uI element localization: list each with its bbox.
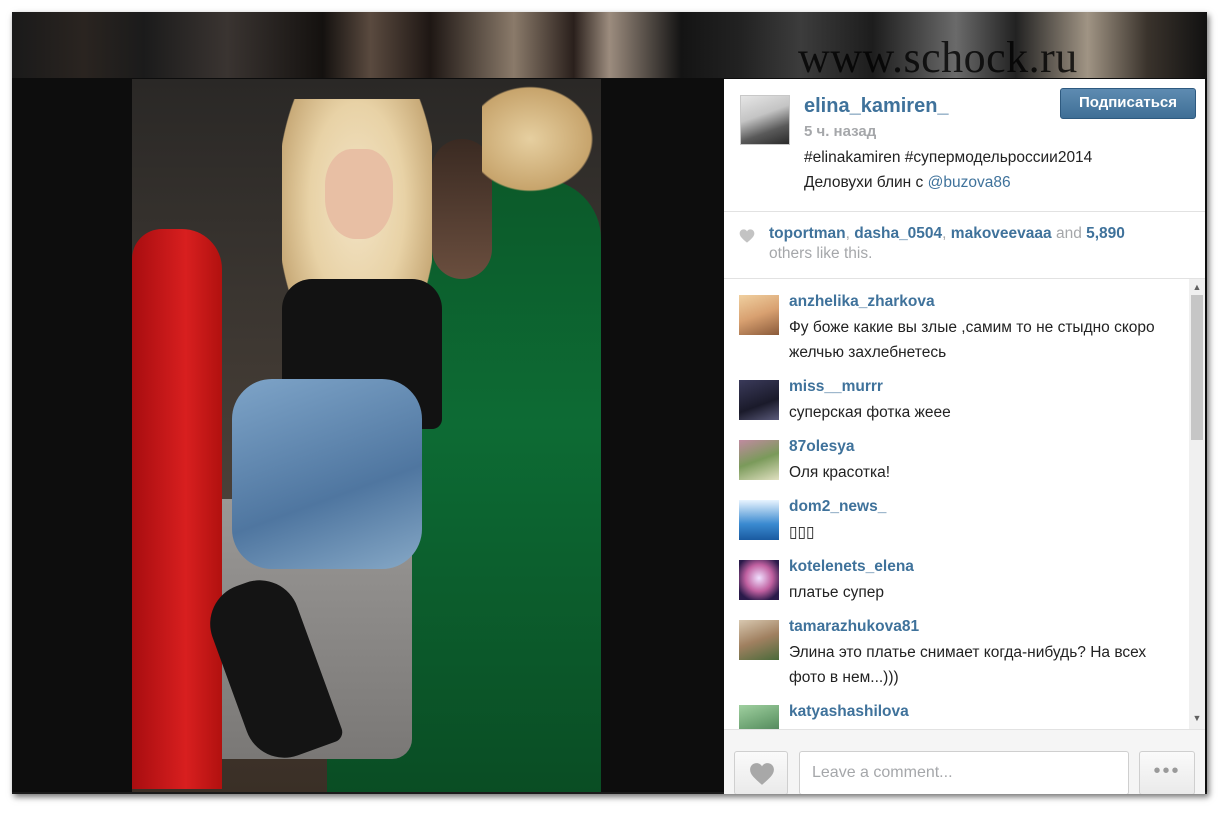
- comment-text: ▯▯▯: [789, 524, 815, 541]
- photo-jeans: [232, 379, 422, 569]
- liker-link[interactable]: makoveevaaa: [951, 225, 1052, 242]
- comment-username[interactable]: 87olesya: [789, 438, 855, 456]
- comment-username[interactable]: anzhelika_zharkova: [789, 293, 935, 311]
- avatar[interactable]: [739, 380, 779, 420]
- scrollbar-thumb[interactable]: [1191, 295, 1203, 440]
- post-time: 5 ч. назад: [804, 123, 877, 140]
- avatar[interactable]: [739, 295, 779, 335]
- caption-mention-link[interactable]: @buzova86: [928, 174, 1011, 191]
- heart-icon: [739, 229, 755, 243]
- likes-text: toportman, dasha_0504, makoveevaaa and 5…: [769, 224, 1189, 264]
- comment-username[interactable]: miss__murrr: [789, 378, 883, 396]
- watermark: www.schock.ru: [798, 33, 1078, 82]
- heart-icon: [750, 763, 774, 785]
- comment-username[interactable]: katyashashilova: [789, 703, 909, 721]
- likes-separator: ,: [845, 225, 855, 242]
- more-options-button[interactable]: •••: [1139, 751, 1195, 794]
- scroll-down-arrow-icon[interactable]: ▼: [1189, 711, 1205, 725]
- comment-text: суперская фотка жеее: [789, 404, 951, 421]
- photo-second-hair: [482, 79, 601, 199]
- post-header: elina_kamiren_ 5 ч. назад Подписаться #e…: [724, 79, 1205, 212]
- comment-input[interactable]: [799, 751, 1129, 794]
- avatar[interactable]: [739, 705, 779, 729]
- comment-username[interactable]: tamarazhukova81: [789, 618, 919, 636]
- comments-list: anzhelika_zharkova Фу боже какие вы злые…: [724, 279, 1188, 729]
- caption-text: #elinakamiren #супермодельроссии2014: [804, 149, 1093, 166]
- avatar[interactable]: [739, 620, 779, 660]
- liker-link[interactable]: toportman: [769, 225, 846, 242]
- post-photo[interactable]: [132, 79, 601, 793]
- comment-text: Оля красотка!: [789, 464, 890, 481]
- post-caption: #elinakamiren #супермодельроссии2014 Дел…: [804, 145, 1184, 195]
- avatar[interactable]: [739, 500, 779, 540]
- post-username[interactable]: elina_kamiren_: [804, 95, 949, 118]
- avatar[interactable]: [740, 95, 790, 145]
- like-button[interactable]: [734, 751, 788, 794]
- likes-section: toportman, dasha_0504, makoveevaaa and 5…: [724, 212, 1205, 278]
- photo-face: [325, 149, 393, 239]
- comment-footer: •••: [724, 729, 1205, 794]
- avatar[interactable]: [739, 560, 779, 600]
- likes-suffix: others like this.: [769, 245, 873, 262]
- screen: www.schock.ru elina_kamiren_ 5 ч. назад …: [12, 12, 1207, 794]
- liker-link[interactable]: dasha_0504: [854, 225, 942, 242]
- avatar[interactable]: [739, 440, 779, 480]
- comment-text: платье супер: [789, 584, 884, 601]
- caption-text: Деловухи блин с: [804, 174, 928, 191]
- comments-scrollbar[interactable]: ▲ ▼: [1189, 279, 1205, 729]
- comment-text: Фу боже какие вы злые ,самим то не стыдн…: [789, 319, 1155, 361]
- photo-red-dress: [132, 229, 222, 789]
- likes-and: and: [1051, 225, 1087, 242]
- scroll-up-arrow-icon[interactable]: ▲: [1189, 281, 1205, 293]
- likes-count[interactable]: 5,890: [1086, 225, 1125, 242]
- likes-separator: ,: [942, 225, 951, 242]
- comment-username[interactable]: kotelenets_elena: [789, 558, 914, 576]
- follow-button[interactable]: Подписаться: [1060, 88, 1196, 119]
- comment-username[interactable]: dom2_news_: [789, 498, 886, 516]
- comment-text: Элина это платье снимает когда-нибудь? Н…: [789, 644, 1147, 686]
- post-side-panel: elina_kamiren_ 5 ч. назад Подписаться #e…: [724, 79, 1205, 794]
